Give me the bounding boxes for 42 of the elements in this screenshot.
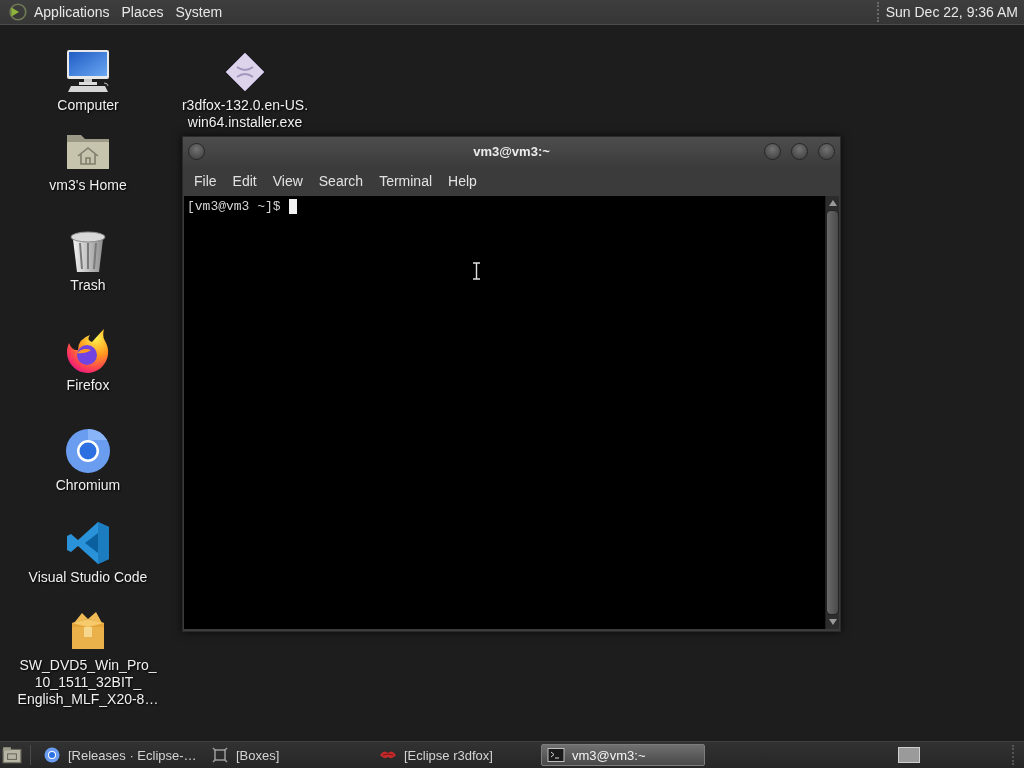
scroll-up-arrow-icon[interactable] bbox=[828, 200, 837, 206]
menu-item[interactable]: Search bbox=[310, 169, 372, 192]
show-desktop-icon[interactable] bbox=[2, 746, 22, 764]
ibeam-cursor-icon bbox=[472, 262, 481, 280]
taskbar-window-button[interactable]: [Boxes] bbox=[205, 744, 369, 766]
clock[interactable]: Sun Dec 22, 9:36 AM bbox=[885, 4, 1020, 20]
taskbar-window-button[interactable]: [Releases · Eclipse-… bbox=[37, 744, 201, 766]
boxes-icon bbox=[211, 747, 229, 763]
desktop-icon-label[interactable]: SW_DVD5_Win_Pro_ 10_1511_32BIT_ English_MLF_X20-8… bbox=[17, 657, 159, 708]
desktop-icon-label[interactable]: Visual Studio Code bbox=[28, 569, 148, 586]
desktop-icon-label[interactable]: vm3's Home bbox=[49, 177, 127, 194]
panel-menu[interactable]: System bbox=[169, 0, 229, 24]
panel-menu[interactable]: Places bbox=[115, 0, 170, 24]
panel-menu[interactable]: Applications bbox=[28, 0, 116, 24]
menu-item[interactable]: Help bbox=[440, 169, 485, 192]
terminal-icon bbox=[547, 747, 565, 763]
desktop-icon-label[interactable]: Firefox bbox=[66, 377, 110, 394]
play-circle-icon[interactable] bbox=[8, 2, 28, 22]
menu-item[interactable]: File bbox=[186, 169, 225, 192]
minimize-button[interactable] bbox=[764, 142, 781, 160]
desktop-icon-label[interactable]: Chromium bbox=[55, 477, 121, 494]
menu-item[interactable]: Terminal bbox=[371, 169, 441, 192]
shell-prompt: [vm3@vm3 ~]$ bbox=[187, 198, 281, 215]
desktop-icon-label[interactable]: Computer bbox=[57, 97, 119, 114]
computer-monitor-icon bbox=[64, 47, 112, 95]
terminal-output[interactable]: [vm3@vm3 ~]$ bbox=[184, 196, 825, 629]
window-menu-button[interactable] bbox=[188, 142, 205, 160]
scroll-down-arrow-icon[interactable] bbox=[828, 619, 837, 625]
code-editor-icon bbox=[64, 519, 112, 567]
maximize-button[interactable] bbox=[791, 142, 808, 160]
chromium-icon bbox=[64, 427, 112, 475]
text-cursor bbox=[288, 199, 297, 214]
workspace-switcher[interactable] bbox=[898, 747, 920, 763]
taskbar-window-button[interactable]: [Eclipse r3dfox] bbox=[373, 744, 537, 766]
chromium-icon bbox=[43, 747, 61, 763]
desktop-icon-label[interactable]: r3dfox-132.0.en-US. win64.installer.exe bbox=[181, 97, 309, 131]
menu-item[interactable]: View bbox=[264, 169, 311, 192]
desktop-icon-label[interactable]: Trash bbox=[70, 277, 106, 294]
close-button[interactable] bbox=[818, 142, 835, 160]
window-title: vm3@vm3:~ bbox=[473, 143, 550, 159]
menu-item[interactable]: Edit bbox=[224, 169, 265, 192]
taskbar-window-button[interactable]: vm3@vm3:~ bbox=[541, 744, 705, 766]
